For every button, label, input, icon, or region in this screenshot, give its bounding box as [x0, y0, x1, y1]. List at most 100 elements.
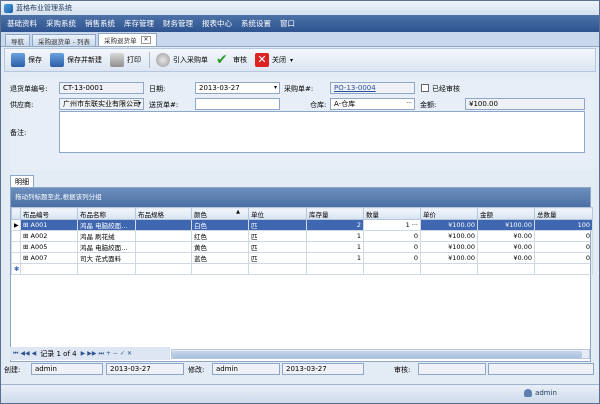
menu-finance[interactable]: 财务管理 [163, 18, 193, 29]
menu-purchase[interactable]: 采购系统 [46, 18, 76, 29]
audited-checkbox[interactable] [421, 84, 429, 92]
delete-record-icon[interactable]: − [113, 350, 118, 357]
tab-return-list[interactable]: 采购退货单 - 列表 [32, 34, 96, 46]
col-color[interactable]: 颜色 ▲ [191, 207, 249, 220]
shipper-field[interactable] [195, 98, 280, 110]
table-row[interactable]: ⊞ A002 鸿晶 刷花绒 红色 匹 1 0 ¥100.00 ¥0.00 0 [11, 230, 593, 242]
col-spec[interactable]: 布品规格 [135, 207, 192, 220]
save-new-button[interactable]: 保存并新建 [47, 50, 105, 70]
supplier-field[interactable]: 广州市东联实业有限公司 ▾ [59, 98, 144, 110]
col-price[interactable]: 单价 [420, 207, 478, 220]
tab-navigation[interactable]: 导航 [5, 34, 30, 46]
doc-no-field[interactable]: CT-13-0001 [59, 82, 144, 94]
table-row[interactable]: ⊞ A005 鸿晶 电脑絞面… 黄色 匹 1 0 ¥100.00 ¥0.00 0 [11, 241, 593, 253]
checkmark-icon: ✔ [216, 52, 228, 68]
new-row[interactable]: ✱ [11, 263, 593, 275]
confirm-record-icon[interactable]: ✓ [120, 350, 125, 357]
col-total[interactable]: 总数量 [534, 207, 593, 220]
audit-label: 审核: [394, 366, 411, 374]
tab-return-order[interactable]: 采购退货单 ✕ [97, 33, 157, 46]
horizontal-scrollbar[interactable] [171, 349, 590, 359]
menu-reports[interactable]: 报表中心 [202, 18, 232, 29]
shipper-label: 送货单#: [149, 101, 179, 109]
ellipsis-icon[interactable]: ··· [406, 99, 412, 109]
menu-sales[interactable]: 销售系统 [85, 18, 115, 29]
close-button[interactable]: ✕ 关闭 ▾ [252, 50, 296, 70]
table-row[interactable]: ⊞ A007 司大 花式面料 蓝色 匹 1 0 ¥100.00 ¥0.00 0 [11, 252, 593, 264]
col-amount[interactable]: 金额 [477, 207, 535, 220]
created-label: 创建: [4, 366, 21, 374]
prev-page-icon[interactable]: ◀◀ [20, 350, 29, 357]
created-date-field: 2013-03-27 [106, 363, 184, 375]
toolbar: 保存 保存并新建 打印 引入采购单 ✔ 审核 ✕ 关闭 ▾ [4, 48, 596, 72]
scrollbar-thumb[interactable] [172, 351, 582, 358]
last-record-icon[interactable]: ⏭ [98, 350, 103, 358]
menu-settings[interactable]: 系统设置 [241, 18, 271, 29]
status-bar: admin [1, 384, 599, 403]
toolbar-separator [149, 52, 150, 68]
expand-icon[interactable]: ⊞ [23, 243, 28, 251]
print-button[interactable]: 打印 [107, 50, 144, 70]
close-tab-icon[interactable]: ✕ [141, 36, 151, 44]
expand-icon[interactable]: ⊞ [23, 232, 28, 240]
user-icon [524, 389, 533, 397]
col-code[interactable]: 布品编号 [20, 207, 78, 220]
chevron-down-icon[interactable]: ▾ [274, 83, 277, 93]
app-logo-icon [4, 3, 13, 13]
doc-no-label: 退货单编号: [10, 85, 48, 93]
next-page-icon[interactable]: ▶▶ [87, 350, 96, 357]
expand-icon[interactable]: ⊞ [23, 254, 28, 262]
first-record-icon[interactable]: ⏮ [13, 350, 18, 358]
audit-by-field [418, 363, 486, 375]
cancel-record-icon[interactable]: ✕ [127, 350, 132, 357]
audit-footer: 创建: admin 2013-03-27 修改: admin 2013-03-2… [4, 363, 596, 376]
next-record-icon[interactable]: ▶ [81, 350, 86, 357]
menu-inventory[interactable]: 库存管理 [124, 18, 154, 29]
row-pointer-icon: ▶ [11, 219, 21, 231]
po-label: 采购单#: [284, 85, 314, 93]
ellipsis-icon[interactable]: ··· [412, 221, 418, 229]
current-user: admin [524, 389, 557, 397]
expand-icon[interactable]: ⊞ [23, 221, 28, 229]
remark-textarea[interactable] [59, 111, 585, 153]
row-indicator-header [11, 207, 21, 220]
record-counter: 记录 1 of 4 [40, 349, 77, 358]
import-po-button[interactable]: 引入采购单 [153, 50, 211, 70]
qty-editor[interactable]: 1 ··· [363, 219, 421, 231]
date-field[interactable]: 2013-03-27 ▾ [195, 82, 280, 94]
audit-date-field [488, 363, 594, 375]
floppy-icon [11, 53, 25, 67]
audit-button[interactable]: ✔ 审核 [213, 50, 250, 70]
col-qty[interactable]: 数量 [363, 207, 421, 220]
col-stock[interactable]: 库存量 [306, 207, 364, 220]
menu-basic[interactable]: 基础资料 [7, 18, 37, 29]
date-label: 日期: [149, 85, 166, 93]
document-tabs: 导航 采购退货单 - 列表 采购退货单 ✕ [1, 32, 599, 47]
table-row[interactable]: ▶ ⊞ A001 鸿晶 电脑絞面… 白色 匹 2 1 ··· ¥100.00 ¥… [11, 219, 593, 231]
add-record-icon[interactable]: + [106, 350, 111, 357]
menu-window[interactable]: 窗口 [280, 18, 295, 29]
chevron-down-icon[interactable]: ▾ [138, 99, 141, 109]
menu-bar: 基础资料 采购系统 销售系统 库存管理 财务管理 报表中心 系统设置 窗口 [1, 15, 599, 32]
remark-label: 备注: [10, 129, 27, 137]
chevron-down-icon[interactable]: ▾ [290, 57, 293, 64]
close-icon: ✕ [255, 53, 269, 67]
col-unit[interactable]: 单位 [248, 207, 307, 220]
warehouse-field[interactable]: A-仓库 ··· [330, 98, 415, 110]
audited-label: 已经审核 [432, 85, 460, 93]
group-panel: 拖动列标题至此,根据该列分组 [11, 188, 590, 207]
prev-record-icon[interactable]: ◀ [32, 350, 37, 357]
modified-date-field: 2013-03-27 [282, 363, 364, 375]
po-field[interactable]: PO-13-0004 [330, 82, 415, 94]
record-navigator: ⏮ ◀◀ ◀ 记录 1 of 4 ▶ ▶▶ ⏭ + − ✓ ✕ [10, 347, 170, 360]
save-button[interactable]: 保存 [8, 50, 45, 70]
sort-up-icon: ▲ [236, 208, 240, 215]
created-by-field: admin [31, 363, 103, 375]
supplier-label: 供应商: [10, 101, 34, 109]
gear-icon [156, 53, 170, 67]
amount-label: 金额: [420, 101, 437, 109]
col-name[interactable]: 布品名称 [77, 207, 136, 220]
amount-field: ¥100.00 [465, 98, 585, 110]
header-form: 退货单编号: CT-13-0001 日期: 2013-03-27 ▾ 采购单#: … [10, 78, 593, 170]
printer-icon [110, 53, 124, 67]
